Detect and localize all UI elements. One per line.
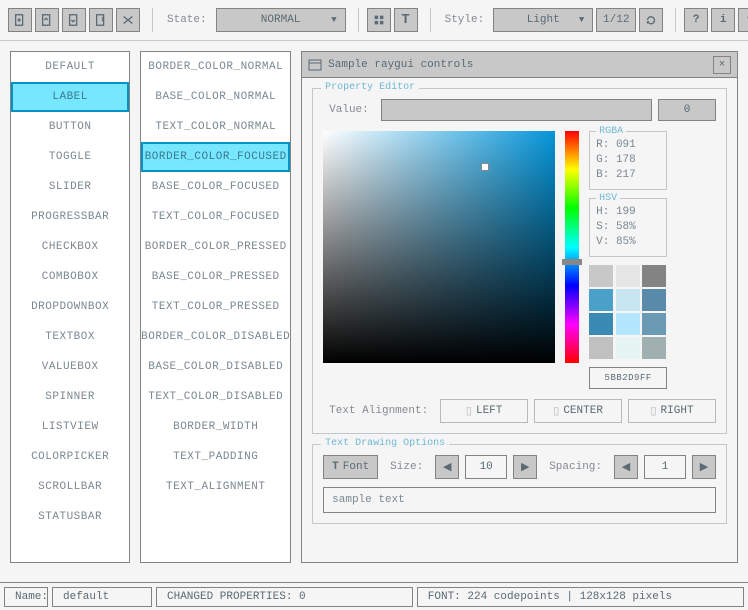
color-cursor[interactable] [481, 163, 489, 171]
size-inc[interactable]: ▶ [513, 455, 537, 479]
swatch[interactable] [616, 289, 640, 311]
hue-slider[interactable] [565, 131, 579, 363]
list-item[interactable]: TEXT_COLOR_FOCUSED [141, 202, 290, 232]
color-gradient[interactable] [323, 131, 555, 363]
hex-value[interactable]: 5BB2D9FF [589, 367, 667, 389]
list-item[interactable]: CHECKBOX [11, 232, 129, 262]
grid-button[interactable] [367, 8, 391, 32]
file-save-button[interactable] [62, 8, 86, 32]
text-button[interactable]: T [394, 8, 418, 32]
list-item[interactable]: BORDER_COLOR_PRESSED [141, 232, 290, 262]
list-item[interactable]: BASE_COLOR_PRESSED [141, 262, 290, 292]
align-right-button[interactable]: ▯ RIGHT [628, 399, 716, 423]
list-item[interactable]: COMBOBOX [11, 262, 129, 292]
name-value: default [52, 587, 152, 607]
list-item[interactable]: LABEL [11, 82, 129, 112]
list-item[interactable]: SCROLLBAR [11, 472, 129, 502]
list-item[interactable]: LISTVIEW [11, 412, 129, 442]
state-combo[interactable]: NORMAL [216, 8, 346, 32]
color-palette [589, 265, 667, 359]
name-label: Name: [4, 587, 48, 607]
swatch[interactable] [589, 337, 613, 359]
toolbar: State: NORMAL T Style: Light 1/12 ? i ♥ [0, 0, 748, 41]
list-item[interactable]: VALUEBOX [11, 352, 129, 382]
list-item[interactable]: BORDER_COLOR_DISABLED [141, 322, 290, 352]
value-input[interactable] [381, 99, 652, 121]
swatch[interactable] [616, 313, 640, 335]
font-button[interactable]: TFont [323, 455, 378, 479]
list-item[interactable]: TEXT_COLOR_NORMAL [141, 112, 290, 142]
font-status: FONT: 224 codepoints | 128x128 pixels [417, 587, 744, 607]
swatch[interactable] [589, 265, 613, 287]
file-open-button[interactable] [35, 8, 59, 32]
list-item[interactable]: BASE_COLOR_NORMAL [141, 82, 290, 112]
file-new-button[interactable] [8, 8, 32, 32]
spacing-inc[interactable]: ▶ [692, 455, 716, 479]
align-center-button[interactable]: ▯ CENTER [534, 399, 622, 423]
swatch[interactable] [589, 313, 613, 335]
panel-header: Sample raygui controls × [302, 52, 737, 78]
changed-status: CHANGED PROPERTIES: 0 [156, 587, 413, 607]
list-item[interactable]: BORDER_WIDTH [141, 412, 290, 442]
rgba-fieldset: RGBA R: 091G: 178B: 217 [589, 131, 667, 190]
list-item[interactable]: TEXT_PADDING [141, 442, 290, 472]
hsv-fieldset: HSV H: 199S: 58%V: 85% [589, 198, 667, 257]
swatch[interactable] [616, 265, 640, 287]
list-item[interactable]: SLIDER [11, 172, 129, 202]
reload-button[interactable] [639, 8, 663, 32]
list-item[interactable]: BORDER_COLOR_FOCUSED [141, 142, 290, 172]
help-button[interactable]: ? [684, 8, 708, 32]
size-dec[interactable]: ◀ [435, 455, 459, 479]
list-item[interactable]: PROGRESSBAR [11, 202, 129, 232]
swatch[interactable] [589, 289, 613, 311]
info-button[interactable]: i [711, 8, 735, 32]
style-index: 1/12 [596, 8, 636, 32]
list-item[interactable]: STATUSBAR [11, 502, 129, 532]
list-item[interactable]: BASE_COLOR_FOCUSED [141, 172, 290, 202]
swatch[interactable] [642, 337, 666, 359]
list-item[interactable]: TEXTBOX [11, 322, 129, 352]
text-drawing-fieldset: Text Drawing Options TFont Size: ◀ 10 ▶ … [312, 444, 727, 524]
list-item[interactable]: BORDER_COLOR_NORMAL [141, 52, 290, 82]
style-combo[interactable]: Light [493, 8, 593, 32]
align-left-button[interactable]: ▯ LEFT [440, 399, 528, 423]
window-icon [308, 58, 322, 72]
sponsor-button[interactable]: ♥ [738, 8, 748, 32]
list-item[interactable]: TEXT_COLOR_PRESSED [141, 292, 290, 322]
align-label: Text Alignment: [323, 405, 434, 417]
panel-title: Sample raygui controls [328, 59, 473, 71]
state-label: State: [161, 14, 213, 26]
list-item[interactable]: TOGGLE [11, 142, 129, 172]
list-item[interactable]: TEXT_ALIGNMENT [141, 472, 290, 502]
list-item[interactable]: BASE_COLOR_DISABLED [141, 352, 290, 382]
spacing-dec[interactable]: ◀ [614, 455, 638, 479]
status-bar: Name: default CHANGED PROPERTIES: 0 FONT… [0, 582, 748, 610]
swatch[interactable] [642, 313, 666, 335]
swatch[interactable] [642, 289, 666, 311]
close-button[interactable]: × [713, 56, 731, 74]
property-editor-fieldset: Property Editor Value: 0 RGBA R: 091G: 1… [312, 88, 727, 434]
hue-marker[interactable] [562, 259, 582, 265]
properties-list[interactable]: BORDER_COLOR_NORMALBASE_COLOR_NORMALTEXT… [140, 51, 291, 563]
swatch[interactable] [616, 337, 640, 359]
style-label: Style: [439, 14, 491, 26]
value-button[interactable]: 0 [658, 99, 716, 121]
size-value[interactable]: 10 [465, 455, 507, 479]
random-button[interactable] [116, 8, 140, 32]
list-item[interactable]: DEFAULT [11, 52, 129, 82]
controls-list[interactable]: DEFAULTLABELBUTTONTOGGLESLIDERPROGRESSBA… [10, 51, 130, 563]
sample-panel: Sample raygui controls × Property Editor… [301, 51, 738, 563]
export-button[interactable] [89, 8, 113, 32]
list-item[interactable]: TEXT_COLOR_DISABLED [141, 382, 290, 412]
spacing-value[interactable]: 1 [644, 455, 686, 479]
sample-text-input[interactable]: sample text [323, 487, 716, 513]
value-label: Value: [323, 104, 375, 116]
list-item[interactable]: DROPDOWNBOX [11, 292, 129, 322]
list-item[interactable]: COLORPICKER [11, 442, 129, 472]
list-item[interactable]: SPINNER [11, 382, 129, 412]
list-item[interactable]: BUTTON [11, 112, 129, 142]
swatch[interactable] [642, 265, 666, 287]
